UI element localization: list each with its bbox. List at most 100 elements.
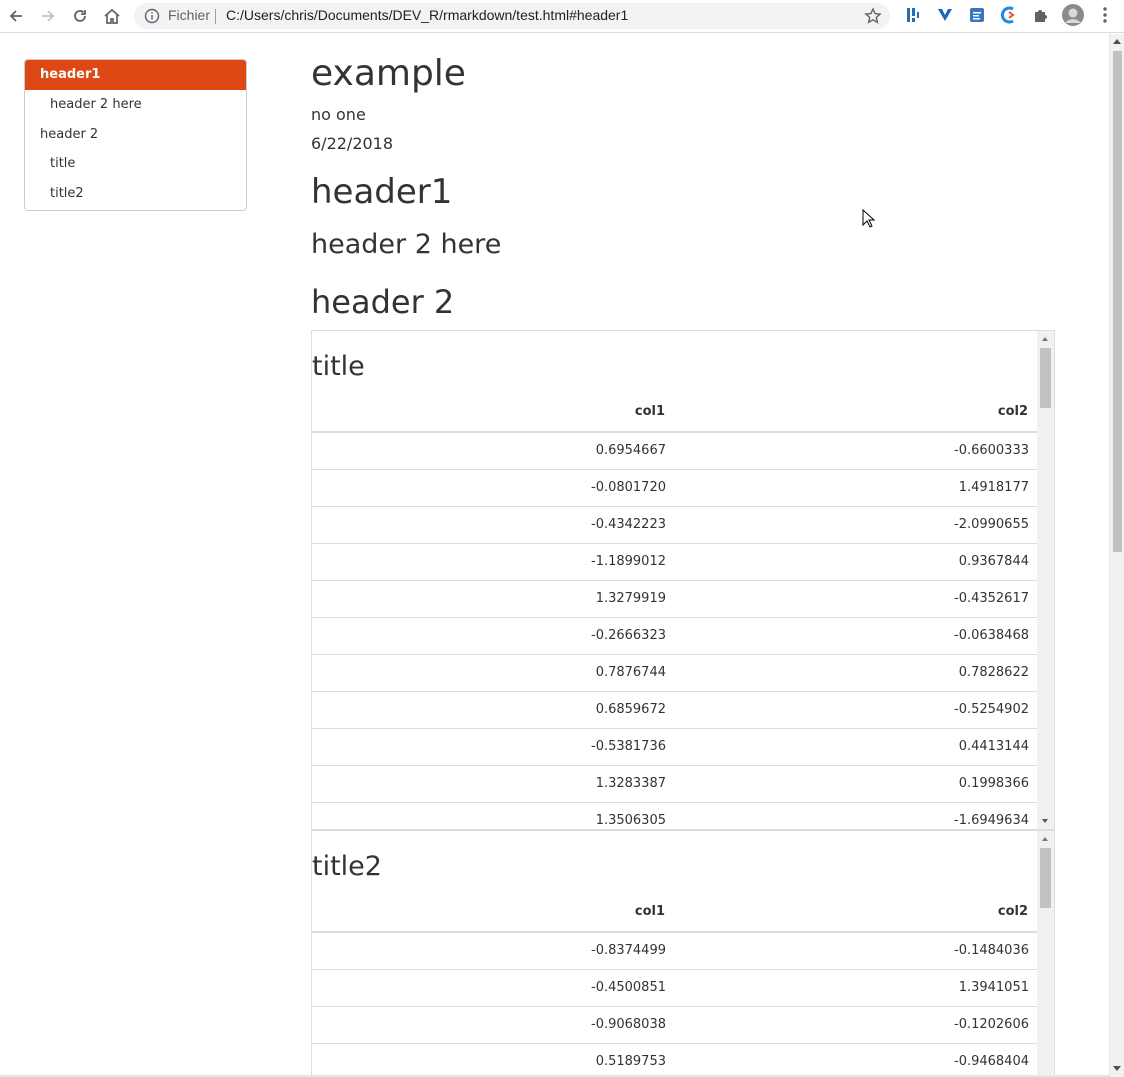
- table-row: 0.6954667 -0.6600333: [312, 433, 1037, 470]
- scrollbar-thumb[interactable]: [1040, 848, 1051, 908]
- page-scrollbar[interactable]: [1109, 34, 1124, 1077]
- cell-col2: 0.9367844: [958, 554, 1029, 569]
- scrollbar-thumb[interactable]: [1040, 348, 1051, 408]
- document-title: example: [311, 53, 466, 94]
- cell-col2: -1.6949634: [954, 813, 1029, 828]
- cell-col2: -0.9468404: [954, 1054, 1029, 1069]
- scheme-label: Fichier: [168, 7, 211, 23]
- toc-item-header1[interactable]: header1: [25, 60, 246, 90]
- extension-icon[interactable]: [935, 5, 955, 25]
- section-heading-header-2: header 2: [311, 283, 455, 321]
- extension-icon[interactable]: [967, 5, 987, 25]
- cell-col1: -0.0801720: [591, 480, 666, 495]
- toc-item-title[interactable]: title: [25, 149, 246, 179]
- forward-icon[interactable]: [36, 4, 60, 28]
- scroll-down-arrow-icon[interactable]: [1042, 819, 1048, 823]
- toc-item-label: header 2 here: [50, 97, 142, 112]
- cell-col1: 1.3279919: [595, 591, 666, 606]
- address-bar[interactable]: Fichier C:/Users/chris/Documents/DEV_R/r…: [134, 3, 890, 29]
- table-row: -0.5381736 0.4413144: [312, 729, 1037, 766]
- table-row: 0.7876744 0.7828622: [312, 655, 1037, 692]
- reload-icon[interactable]: [68, 4, 92, 28]
- toc-item-label: header 2: [40, 127, 99, 142]
- table-scrollbar[interactable]: [1037, 831, 1054, 1077]
- cell-col1: -0.8374499: [591, 943, 666, 958]
- cell-col2: 1.4918177: [958, 480, 1029, 495]
- table-row: 1.3283387 0.1998366: [312, 766, 1037, 803]
- cell-col1: -0.5381736: [591, 739, 666, 754]
- cell-col2: -0.6600333: [954, 443, 1029, 458]
- toc-item-title2[interactable]: title2: [25, 179, 246, 209]
- column-header-col1: col1: [634, 904, 665, 919]
- column-header-col2: col2: [997, 904, 1028, 919]
- document-date: 6/22/2018: [311, 134, 394, 153]
- mouse-pointer-icon: [862, 208, 876, 229]
- cell-col1: 1.3506305: [595, 813, 666, 828]
- cell-col1: -1.1899012: [591, 554, 666, 569]
- cell-col2: 0.7828622: [958, 665, 1029, 680]
- back-icon[interactable]: [4, 4, 28, 28]
- cell-col1: -0.2666323: [591, 628, 666, 643]
- table-row: -0.2666323 -0.0638468: [312, 618, 1037, 655]
- section-heading-header-2-here: header 2 here: [311, 229, 502, 260]
- divider: [215, 9, 216, 24]
- toc-item-label: title2: [50, 186, 84, 201]
- table-row: -0.9068038 -0.1202606: [312, 1007, 1037, 1044]
- table-of-contents: header1 header 2 here header 2 title tit…: [24, 59, 247, 211]
- table-panel-title[interactable]: title col1 col2 0.6954667 -0.6600333 -0.08…: [311, 330, 1055, 830]
- table-row: -0.0801720 1.4918177: [312, 470, 1037, 507]
- table-row: 0.5189753 -0.9468404: [312, 1044, 1037, 1077]
- table-panel-title2[interactable]: title2 col1 col2 -0.8374499 -0.1484036 -0.…: [311, 830, 1055, 1077]
- cell-col1: 0.5189753: [595, 1054, 666, 1069]
- table-title: title: [312, 351, 365, 382]
- extension-icon[interactable]: [903, 5, 923, 25]
- avatar[interactable]: [1062, 4, 1084, 26]
- cell-col1: 0.6954667: [595, 443, 666, 458]
- cell-col1: -0.9068038: [591, 1017, 666, 1032]
- table-row: 1.3279919 -0.4352617: [312, 581, 1037, 618]
- table-row: -1.1899012 0.9367844: [312, 544, 1037, 581]
- cell-col1: -0.4500851: [591, 980, 666, 995]
- scroll-down-arrow-icon[interactable]: [1113, 1066, 1121, 1071]
- document-author: no one: [311, 105, 366, 124]
- cell-col2: -2.0990655: [954, 517, 1029, 532]
- cell-col2: -0.1202606: [954, 1017, 1029, 1032]
- column-header-col2: col2: [997, 404, 1028, 419]
- star-icon[interactable]: [864, 7, 882, 25]
- scroll-up-arrow-icon[interactable]: [1042, 837, 1048, 841]
- menu-icon[interactable]: [1095, 5, 1115, 25]
- cell-col2: -0.1484036: [954, 943, 1029, 958]
- extension-icon[interactable]: [999, 5, 1019, 25]
- table-scrollbar[interactable]: [1037, 331, 1054, 829]
- table-row: 1.3506305 -1.6949634: [312, 803, 1037, 829]
- table-row: -0.8374499 -0.1484036: [312, 933, 1037, 970]
- toc-item-label: header1: [40, 67, 101, 82]
- url-text[interactable]: C:/Users/chris/Documents/DEV_R/rmarkdown…: [226, 7, 628, 23]
- cell-col1: -0.4342223: [591, 517, 666, 532]
- table-title: title2: [312, 851, 382, 882]
- column-header-col1: col1: [634, 404, 665, 419]
- cell-col1: 0.7876744: [595, 665, 666, 680]
- cell-col2: 0.1998366: [958, 776, 1029, 791]
- puzzle-icon[interactable]: [1031, 5, 1051, 25]
- cell-col2: -0.0638468: [954, 628, 1029, 643]
- table-row: -0.4342223 -2.0990655: [312, 507, 1037, 544]
- scroll-up-arrow-icon[interactable]: [1113, 39, 1121, 44]
- cell-col2: -0.4352617: [954, 591, 1029, 606]
- table-row: 0.6859672 -0.5254902: [312, 692, 1037, 729]
- home-icon[interactable]: [100, 4, 124, 28]
- cell-col1: 0.6859672: [595, 702, 666, 717]
- section-heading-header1: header1: [311, 172, 453, 212]
- browser-toolbar: Fichier C:/Users/chris/Documents/DEV_R/r…: [0, 0, 1124, 33]
- cell-col2: 1.3941051: [958, 980, 1029, 995]
- cell-col2: 0.4413144: [958, 739, 1029, 754]
- scroll-up-arrow-icon[interactable]: [1042, 337, 1048, 341]
- cell-col2: -0.5254902: [954, 702, 1029, 717]
- toc-item-header-2-here[interactable]: header 2 here: [25, 90, 246, 120]
- info-icon[interactable]: [144, 8, 160, 24]
- cell-col1: 1.3283387: [595, 776, 666, 791]
- scrollbar-thumb[interactable]: [1113, 51, 1122, 552]
- table-row: -0.4500851 1.3941051: [312, 970, 1037, 1007]
- toc-item-label: title: [50, 156, 76, 171]
- toc-item-header-2[interactable]: header 2: [25, 120, 246, 150]
